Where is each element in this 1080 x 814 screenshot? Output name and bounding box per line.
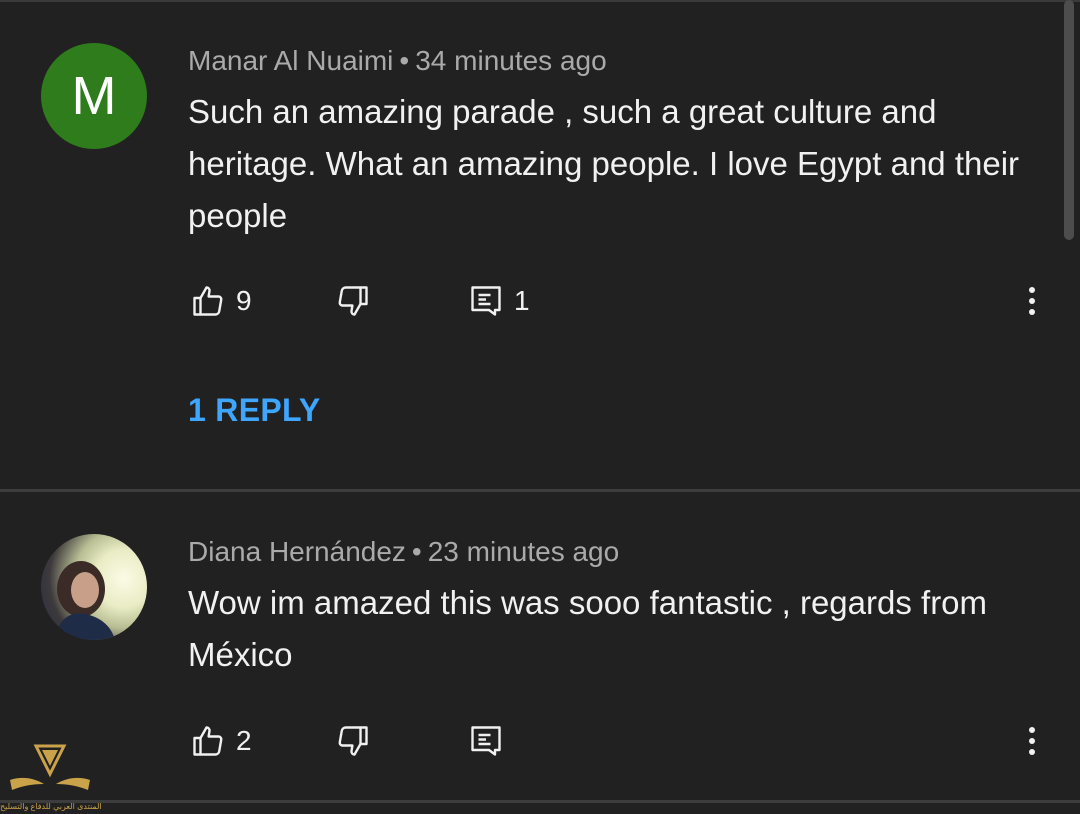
like-button[interactable]: 9 (190, 283, 252, 319)
thumbs-up-icon (193, 726, 223, 756)
view-replies-link[interactable]: 1 REPLY (188, 392, 321, 429)
comment-time[interactable]: 23 minutes ago (428, 536, 619, 567)
thumbs-down-icon (338, 286, 368, 316)
author-name[interactable]: Manar Al Nuaimi (188, 45, 393, 76)
comment-meta: Manar Al Nuaimi • 34 minutes ago (188, 45, 607, 77)
comment-time[interactable]: 34 minutes ago (415, 45, 606, 76)
thumbs-up-icon (193, 286, 223, 316)
reply-count: 1 (514, 285, 530, 316)
comment-icon (471, 286, 501, 316)
more-options-button[interactable] (1018, 283, 1046, 319)
thumbs-down-icon (338, 726, 368, 756)
more-vert-icon (1029, 727, 1035, 755)
author-name[interactable]: Diana Hernández (188, 536, 406, 567)
avatar[interactable]: M (41, 43, 147, 149)
comment-divider (0, 800, 1080, 803)
watermark-text: المنتدى العربي للدفاع والتسليح (0, 802, 102, 811)
comment-meta: Diana Hernández • 23 minutes ago (188, 536, 619, 568)
comment-item: Diana Hernández • 23 minutes ago Wow im am… (0, 492, 1080, 802)
profile-photo-icon (55, 561, 115, 640)
like-count: 2 (236, 725, 252, 756)
comment-text: Such an amazing parade , such a great cu… (188, 93, 1020, 234)
reply-button[interactable] (468, 723, 504, 759)
more-vert-icon (1029, 287, 1035, 315)
more-options-button[interactable] (1018, 723, 1046, 759)
avatar-letter: M (71, 66, 117, 126)
like-button[interactable]: 2 (190, 723, 252, 759)
meta-separator: • (399, 45, 410, 76)
comments-page: M Manar Al Nuaimi • 34 minutes ago Such an… (0, 0, 1080, 814)
comment-icon (471, 726, 501, 756)
comment-item: M Manar Al Nuaimi • 34 minutes ago Such an… (0, 0, 1080, 490)
avatar[interactable] (41, 534, 147, 640)
comment-text: Wow im amazed this was sooo fantastic , … (188, 584, 988, 673)
dislike-button[interactable] (335, 283, 371, 319)
meta-separator: • (411, 536, 422, 567)
reply-button[interactable]: 1 (468, 283, 530, 319)
like-count: 9 (236, 285, 252, 316)
dislike-button[interactable] (335, 723, 371, 759)
